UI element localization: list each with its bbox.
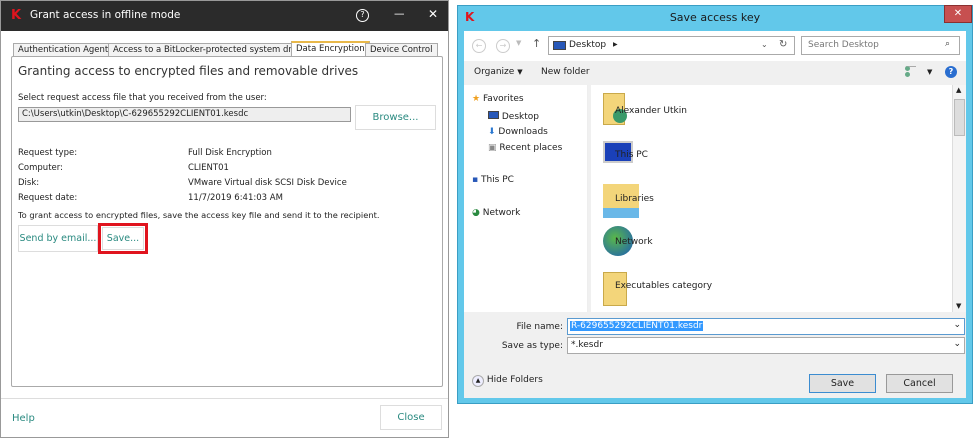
search-input[interactable]: Search Desktop ⌕ bbox=[801, 36, 960, 55]
address-text: Desktop bbox=[569, 40, 607, 50]
tab-bitlocker[interactable]: Access to a BitLocker-protected system d… bbox=[108, 43, 310, 57]
view-options-icon[interactable] bbox=[905, 66, 916, 77]
help-icon[interactable]: ? bbox=[945, 66, 957, 78]
star-icon: ★ bbox=[472, 94, 481, 104]
desktop-icon bbox=[488, 111, 499, 119]
save-type-label: Save as type: bbox=[501, 341, 563, 351]
downloads-icon: ⬇ bbox=[488, 127, 496, 137]
scroll-up-icon[interactable]: ▲ bbox=[956, 86, 961, 94]
item-label: This PC bbox=[615, 150, 648, 160]
organize-label: Organize bbox=[474, 67, 515, 77]
recent-places-icon: ▣ bbox=[488, 143, 497, 153]
title-bar: K Grant access in offline mode ? — ✕ bbox=[1, 1, 448, 31]
file-name-label: File name: bbox=[516, 322, 563, 332]
item-label: Alexander Utkin bbox=[615, 106, 687, 116]
refresh-icon[interactable]: ↻ bbox=[779, 39, 787, 50]
file-name-value: R-629655292CLIENT01.kesdr bbox=[570, 321, 704, 331]
detail-value: 11/7/2019 6:41:03 AM bbox=[188, 193, 283, 203]
save-type-select[interactable]: *.kesdr ⌄ bbox=[567, 337, 965, 354]
network-icon: ◕ bbox=[472, 208, 480, 218]
dropdown-arrow-icon: ▼ bbox=[517, 68, 523, 76]
select-file-label: Select request access file that you rece… bbox=[18, 93, 267, 103]
detail-key: Computer: bbox=[18, 163, 63, 173]
detail-value: CLIENT01 bbox=[188, 163, 229, 173]
back-icon[interactable]: ← bbox=[472, 39, 486, 53]
forward-icon[interactable]: → bbox=[496, 39, 510, 53]
nav-network[interactable]: ◕ Network bbox=[472, 208, 520, 218]
hide-folders-button[interactable]: ▲ Hide Folders bbox=[472, 375, 543, 387]
close-button[interactable]: Close bbox=[380, 405, 442, 430]
vertical-scrollbar[interactable]: ▲ ▼ bbox=[952, 85, 966, 312]
scroll-down-icon[interactable]: ▼ bbox=[956, 302, 961, 310]
chevron-down-icon[interactable]: ⌄ bbox=[761, 40, 768, 49]
browse-button[interactable]: Browse... bbox=[355, 105, 436, 130]
close-icon[interactable]: ✕ bbox=[428, 7, 438, 21]
nav-desktop[interactable]: Desktop bbox=[488, 111, 539, 122]
view-dropdown-icon[interactable]: ▼ bbox=[927, 68, 932, 76]
send-by-email-button[interactable]: Send by email... bbox=[18, 225, 98, 252]
nav-label: Desktop bbox=[501, 112, 539, 122]
nav-label: Network bbox=[482, 208, 521, 218]
help-icon[interactable]: ? bbox=[356, 9, 369, 22]
dialog-body: ← → ▼ ↑ Desktop ▶ ⌄ ↻ Search Desktop ⌕ O… bbox=[464, 31, 966, 398]
section-heading: Granting access to encrypted files and r… bbox=[18, 64, 359, 78]
item-label: Network bbox=[615, 237, 653, 247]
file-list: Alexander Utkin This PC Libraries Networ… bbox=[591, 85, 952, 312]
computer-icon: ▪ bbox=[472, 175, 479, 185]
window-title: Save access key bbox=[669, 11, 761, 24]
recent-locations-icon[interactable]: ▼ bbox=[516, 39, 521, 47]
nav-label: Favorites bbox=[482, 94, 524, 104]
chevron-up-circle-icon: ▲ bbox=[472, 375, 484, 387]
toolbar: Organize ▼ New folder ▼ ? bbox=[464, 61, 966, 85]
close-button[interactable]: ✕ bbox=[944, 5, 972, 23]
tab-authentication-agent[interactable]: Authentication Agent bbox=[13, 43, 114, 57]
up-icon[interactable]: ↑ bbox=[532, 37, 541, 50]
file-name-input[interactable]: R-629655292CLIENT01.kesdr ⌄ bbox=[567, 318, 965, 335]
minimize-button[interactable]: — bbox=[394, 8, 405, 20]
address-bar[interactable]: Desktop ▶ ⌄ ↻ bbox=[548, 36, 795, 55]
scroll-thumb[interactable] bbox=[954, 99, 965, 136]
save-type-value: *.kesdr bbox=[571, 340, 603, 350]
nav-label: This PC bbox=[480, 175, 514, 185]
detail-key: Request date: bbox=[18, 193, 78, 203]
tab-data-encryption[interactable]: Data Encryption bbox=[291, 41, 370, 57]
nav-label: Recent places bbox=[499, 143, 563, 153]
detail-key: Request type: bbox=[18, 148, 78, 158]
nav-favorites[interactable]: ★ Favorites bbox=[472, 94, 524, 104]
nav-downloads[interactable]: ⬇ Downloads bbox=[488, 127, 548, 137]
search-placeholder: Search Desktop bbox=[808, 40, 879, 50]
grant-access-dialog: K Grant access in offline mode ? — ✕ Aut… bbox=[0, 0, 449, 438]
footer-divider bbox=[1, 398, 448, 399]
save-button[interactable]: Save... bbox=[102, 227, 144, 250]
tab-device-control[interactable]: Device Control bbox=[365, 43, 438, 57]
save-access-key-dialog: K Save access key ✕ ← → ▼ ↑ Desktop ▶ ⌄ … bbox=[457, 5, 973, 404]
cancel-button[interactable]: Cancel bbox=[886, 374, 953, 393]
chevron-down-icon[interactable]: ⌄ bbox=[953, 339, 961, 349]
organize-menu[interactable]: Organize ▼ bbox=[474, 67, 523, 77]
new-folder-button[interactable]: New folder bbox=[541, 67, 590, 77]
item-label: Libraries bbox=[615, 194, 654, 204]
kaspersky-logo-icon: K bbox=[11, 8, 22, 23]
help-link[interactable]: Help bbox=[12, 413, 35, 424]
instruction-text: To grant access to encrypted files, save… bbox=[18, 210, 380, 220]
detail-value: VMware Virtual disk SCSI Disk Device bbox=[188, 178, 347, 188]
nav-bar: ← → ▼ ↑ Desktop ▶ ⌄ ↻ Search Desktop ⌕ bbox=[464, 31, 966, 61]
nav-this-pc[interactable]: ▪ This PC bbox=[472, 175, 514, 185]
detail-value: Full Disk Encryption bbox=[188, 148, 272, 158]
search-icon: ⌕ bbox=[945, 39, 951, 49]
desktop-icon bbox=[553, 41, 566, 50]
detail-key: Disk: bbox=[18, 178, 40, 188]
file-path-field[interactable]: C:\Users\utkin\Desktop\C-629655292CLIENT… bbox=[18, 107, 351, 122]
chevron-down-icon[interactable]: ⌄ bbox=[953, 320, 961, 330]
nav-label: Downloads bbox=[498, 127, 548, 137]
navigation-pane: ★ Favorites Desktop ⬇ Downloads ▣ Recent… bbox=[464, 85, 588, 312]
save-button[interactable]: Save bbox=[809, 374, 876, 393]
item-label: Executables category bbox=[615, 281, 713, 291]
window-title: Grant access in offline mode bbox=[30, 9, 181, 21]
nav-recent-places[interactable]: ▣ Recent places bbox=[488, 143, 562, 153]
hide-folders-label: Hide Folders bbox=[486, 375, 543, 385]
breadcrumb-arrow-icon: ▶ bbox=[613, 41, 618, 48]
